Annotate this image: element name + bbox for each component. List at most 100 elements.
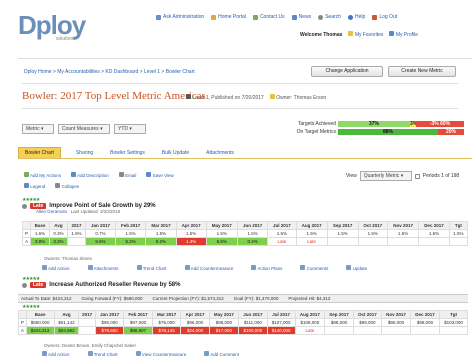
actual-cell xyxy=(326,237,359,246)
view-select[interactable]: Quarterly Metric ▾ xyxy=(359,171,412,181)
view-countermeasure-link[interactable]: View Countermeasure xyxy=(135,351,186,357)
plan-cell: $61,142 xyxy=(53,318,80,327)
actual-cell xyxy=(352,326,382,335)
actual-cell xyxy=(78,326,97,335)
metric-1-note: Owners: Thomas Simes xyxy=(44,256,92,261)
status-badge: Late xyxy=(30,282,47,288)
targets-achieved-bar: 37% 3% -3% 60% xyxy=(338,121,464,127)
actual-cell: 0.4% xyxy=(236,237,269,246)
plan-cell: 1.5% xyxy=(448,229,469,238)
level-info: Level 1, Published on 7/20/2017 xyxy=(186,94,264,101)
actual-cell xyxy=(438,326,469,335)
toplink-news[interactable]: News xyxy=(291,14,311,20)
header-cell: Feb 2017 xyxy=(123,310,153,319)
actual-cell: 3.8% xyxy=(30,237,50,246)
header-cell: Nov 2017 xyxy=(387,221,420,230)
header-cell: Jun 2017 xyxy=(238,310,268,319)
tab-attachments[interactable]: Attachments xyxy=(204,150,236,158)
tab-sharing[interactable]: Sharing xyxy=(74,150,95,158)
actual-cell: $78,125 xyxy=(151,326,182,335)
header-cell: 2017 xyxy=(78,310,97,319)
update-link[interactable]: Update xyxy=(346,265,367,271)
trend-chart-icon xyxy=(136,265,142,270)
header-cell: Sep 2017 xyxy=(324,310,354,319)
actual-cell: A xyxy=(21,237,32,246)
header-cell: Avg xyxy=(53,310,80,319)
toplink-admin[interactable]: Ask Administration xyxy=(156,14,204,20)
actual-cell: A xyxy=(18,326,27,335)
favorites-link[interactable]: My Favorites xyxy=(348,31,383,38)
action-plans-link[interactable]: Action Plans xyxy=(251,265,282,271)
breadcrumb[interactable]: Dploy Home > My Accountabilities > KD Da… xyxy=(24,69,195,75)
toplink-search[interactable]: Search xyxy=(318,14,341,20)
add-icon xyxy=(24,172,29,177)
count-measures-select[interactable]: Count Measures ▾ xyxy=(58,124,110,134)
actual-cell: 5.2% xyxy=(115,237,147,246)
view-countermeasure-icon xyxy=(135,351,141,356)
collapse-link[interactable]: Collapse xyxy=(55,183,79,189)
header-cell: Apr 2017 xyxy=(180,310,210,319)
create-metric-button[interactable]: Create New Metric xyxy=(388,66,456,77)
plan-cell: $650,000 xyxy=(25,318,55,327)
toplink-help[interactable]: Help xyxy=(348,14,365,20)
tab-bowler-chart[interactable]: Bowler Chart xyxy=(18,147,61,158)
tab-bulk-update[interactable]: Bulk Update xyxy=(160,150,191,158)
on-target-green-segment: 88% xyxy=(338,129,438,135)
header-cell: Dec 2017 xyxy=(410,310,440,319)
email-link[interactable]: Email xyxy=(118,172,136,178)
actual-cell: 5.5% xyxy=(85,237,117,246)
actual-cell xyxy=(418,237,450,246)
save-view-link[interactable]: Save View xyxy=(146,172,174,178)
goal: Goal (FY): $1,470,000 xyxy=(233,296,279,301)
plan-cell: $96,000 xyxy=(180,318,210,327)
metric-title[interactable]: Increase Authorized Reseller Revenue by … xyxy=(49,282,180,288)
toplink-logout[interactable]: Log Out xyxy=(372,14,397,20)
change-application-button[interactable]: Change Application xyxy=(311,66,383,77)
tab-bowler-settings[interactable]: Bowler Settings xyxy=(108,150,147,158)
action-plans-icon xyxy=(251,265,257,270)
title-bottom-divider xyxy=(22,108,458,109)
actual-cell: Late xyxy=(295,237,328,246)
ytd-select[interactable]: YTD ▾ xyxy=(114,124,146,134)
comments-link[interactable]: Comments xyxy=(300,265,328,271)
metric-2-table: Base Avg 2017 Jan 2017 Feb 2017 Mar 2017 Apr 2… xyxy=(18,310,469,335)
add-comment-link[interactable]: Add Comment xyxy=(204,351,239,357)
trend-chart-link[interactable]: Trend Chart xyxy=(136,265,167,271)
checkbox-icon[interactable] xyxy=(414,173,420,179)
expand-icon[interactable] xyxy=(22,282,27,288)
header-cell: Sep 2017 xyxy=(326,221,359,230)
expand-icon[interactable] xyxy=(22,203,27,209)
profile-link[interactable]: My Profile xyxy=(389,31,418,38)
plan-cell: 1.6% xyxy=(30,229,50,238)
attachments-icon xyxy=(87,265,93,270)
metric-select[interactable]: Metric ▾ xyxy=(22,124,54,134)
plan-cell: 1.5% xyxy=(387,229,420,238)
add-action-link[interactable]: Add Action xyxy=(42,351,70,357)
dploy-logo[interactable]: Dploy solutions xyxy=(18,12,98,46)
legend-link[interactable]: Legend xyxy=(24,183,45,189)
actual-cell: $84,862 xyxy=(53,326,80,335)
toplink-contact[interactable]: Contact Us xyxy=(252,14,285,20)
header-cell: Tgt xyxy=(438,310,469,319)
owner-info: Owner: Thomas Erson xyxy=(269,94,326,101)
add-countermeasure-link[interactable]: Add Countermeasure xyxy=(184,265,233,271)
add-action-link[interactable]: Add Action xyxy=(42,265,70,271)
toplink-home[interactable]: Home Portal xyxy=(211,14,246,20)
plan-cell: 1.5% xyxy=(145,229,177,238)
trend-chart-link[interactable]: Trend Chart xyxy=(87,351,118,357)
on-target-label: On Target Metrics xyxy=(296,129,336,135)
actual-cell: $140,000 xyxy=(266,326,296,335)
targets-green-segment: 37% xyxy=(338,121,410,127)
metric-owner[interactable]: Allen Geramolo xyxy=(36,209,67,214)
header-divider xyxy=(18,58,472,59)
search-icon xyxy=(318,14,324,20)
add-actions-link[interactable]: Add My Actions xyxy=(24,172,61,178)
attachments-link[interactable]: Attachments xyxy=(87,265,119,271)
top-links: Ask Administration Home Portal Contact U… xyxy=(156,14,397,20)
update-icon xyxy=(346,265,352,270)
header-cell: Jan 2017 xyxy=(85,221,117,230)
toolbar-row-1: Add My Actions Add Description Email Sav… xyxy=(24,172,174,178)
add-description-link[interactable]: Add Description xyxy=(71,172,109,178)
plan-cell xyxy=(78,318,97,327)
metric-2-actions: Add Action Trend Chart View Countermeasu… xyxy=(42,351,239,357)
